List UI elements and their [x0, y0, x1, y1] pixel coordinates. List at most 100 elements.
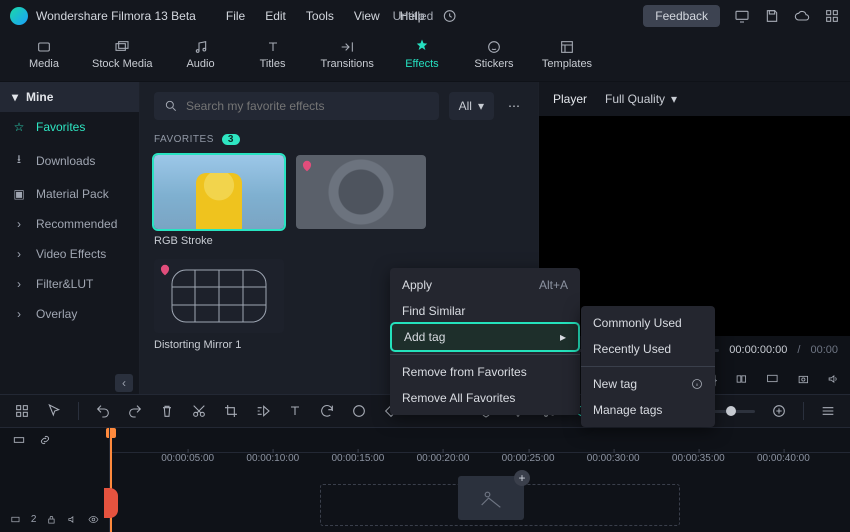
menu-tools[interactable]: Tools [306, 9, 334, 23]
effect-distorting-mirror[interactable]: Distorting Mirror 1 [154, 259, 284, 351]
screen-icon[interactable] [766, 371, 779, 387]
effect-countdown[interactable] [296, 155, 426, 247]
tab-effects[interactable]: Effects [398, 36, 446, 70]
time-current: 00:00:00:00 [729, 344, 787, 356]
pointer-icon[interactable] [46, 403, 62, 419]
tab-templates[interactable]: Templates [542, 36, 592, 70]
chevron-down-icon: ▾ [478, 99, 484, 113]
ctx-find-similar[interactable]: Find Similar [390, 298, 580, 324]
ctx-apply[interactable]: ApplyAlt+A [390, 272, 580, 298]
tag-new[interactable]: New tag [581, 371, 715, 397]
timeline-ruler[interactable]: 00:00:05:00 00:00:10:00 00:00:15:00 00:0… [110, 452, 850, 472]
text-tool-icon[interactable] [287, 403, 303, 419]
media-icon [36, 39, 52, 55]
app-logo [10, 7, 28, 25]
tab-stickers[interactable]: Stickers [470, 36, 518, 70]
monitor-icon[interactable] [734, 8, 750, 24]
snapshot-icon[interactable] [797, 371, 810, 387]
sidebar-item-recommended[interactable]: ›Recommended [0, 209, 139, 239]
compare-icon[interactable] [735, 371, 748, 387]
preview-viewport[interactable] [539, 116, 850, 336]
sidebar-item-material-pack[interactable]: ▣Material Pack [0, 179, 139, 209]
search-input[interactable] [186, 99, 429, 113]
search-box[interactable] [154, 92, 439, 120]
sidebar-item-favorites[interactable]: ☆Favorites [0, 112, 139, 142]
more-menu-button[interactable]: ⋯ [504, 99, 524, 113]
undo-icon[interactable] [95, 403, 111, 419]
effect-rgb-stroke[interactable]: RGB Stroke [154, 155, 284, 247]
volume-icon[interactable] [827, 371, 840, 387]
clip-stub[interactable] [104, 488, 118, 518]
tag-recently-used[interactable]: Recently Used [581, 336, 715, 362]
app-title: Wondershare Filmora 13 Beta [36, 9, 196, 23]
color-icon[interactable] [351, 403, 367, 419]
ctx-remove-favorite[interactable]: Remove from Favorites [390, 359, 580, 385]
context-menu: ApplyAlt+A Find Similar Add tag▸ Remove … [390, 268, 580, 415]
sidebar-header-mine[interactable]: ▾ Mine [0, 82, 139, 112]
selection-tool-icon[interactable] [14, 403, 30, 419]
download-icon: ⭳ [12, 150, 26, 171]
speed-icon[interactable] [255, 403, 271, 419]
quality-dropdown[interactable]: Full Quality▾ [605, 92, 677, 106]
tab-media[interactable]: Media [20, 36, 68, 70]
box-icon: ▣ [12, 187, 26, 201]
zoom-in-icon[interactable] [771, 403, 787, 419]
sidebar-item-video-effects[interactable]: ›Video Effects [0, 239, 139, 269]
tag-manage[interactable]: Manage tags [581, 397, 715, 423]
sync-icon [441, 8, 457, 24]
crop-icon[interactable] [223, 403, 239, 419]
sidebar-item-filter-lut[interactable]: ›Filter&LUT [0, 269, 139, 299]
menu-file[interactable]: File [226, 9, 245, 23]
chevron-right-icon: › [12, 307, 26, 321]
rotate-icon[interactable] [319, 403, 335, 419]
mirror-grid-icon [171, 269, 267, 323]
add-media-button[interactable]: + [514, 470, 530, 486]
redo-icon[interactable] [127, 403, 143, 419]
titles-icon [265, 39, 281, 55]
timeline-menu-icon[interactable] [820, 403, 836, 419]
sidebar-item-downloads[interactable]: ⭳Downloads [0, 142, 139, 179]
tag-commonly-used[interactable]: Commonly Used [581, 310, 715, 336]
tab-transitions[interactable]: Transitions [321, 36, 374, 70]
zoom-handle[interactable] [726, 406, 736, 416]
time-total: 00:00 [810, 344, 838, 356]
media-placeholder[interactable]: + [458, 476, 524, 520]
collapse-sidebar-button[interactable]: ‹ [115, 374, 133, 392]
favorites-heading: FAVORITES [154, 134, 214, 145]
chevron-down-icon: ▾ [671, 92, 677, 106]
menu-edit[interactable]: Edit [265, 9, 286, 23]
image-placeholder-icon [477, 484, 505, 512]
info-icon [691, 378, 703, 390]
video-track-icon[interactable] [10, 513, 21, 526]
filter-dropdown[interactable]: All▾ [449, 92, 494, 120]
feedback-button[interactable]: Feedback [643, 5, 720, 27]
grid-icon[interactable] [824, 8, 840, 24]
stock-icon [114, 39, 130, 55]
tab-stock-media[interactable]: Stock Media [92, 36, 153, 70]
effects-icon [413, 38, 431, 56]
track-count: 2 [31, 514, 37, 525]
mute-icon[interactable] [67, 513, 78, 526]
favorite-pin-icon [158, 263, 172, 277]
star-icon: ☆ [12, 120, 26, 134]
save-icon[interactable] [764, 8, 780, 24]
visibility-icon[interactable] [88, 513, 99, 526]
favorites-count: 3 [222, 134, 240, 145]
ctx-remove-all-favorites[interactable]: Remove All Favorites [390, 385, 580, 411]
tab-audio[interactable]: Audio [177, 36, 225, 70]
cloud-icon[interactable] [794, 8, 810, 24]
menu-view[interactable]: View [354, 9, 380, 23]
tab-titles[interactable]: Titles [249, 36, 297, 70]
document-title: Untitled [393, 9, 434, 23]
player-tab[interactable]: Player [553, 92, 587, 106]
cut-icon[interactable] [191, 403, 207, 419]
stickers-icon [486, 39, 502, 55]
lock-icon[interactable] [46, 513, 57, 526]
chevron-right-icon: ▸ [560, 330, 566, 344]
ctx-add-tag[interactable]: Add tag▸ [392, 324, 578, 350]
templates-icon [559, 39, 575, 55]
audio-icon [193, 39, 209, 55]
sidebar-item-overlay[interactable]: ›Overlay [0, 299, 139, 329]
delete-icon[interactable] [159, 403, 175, 419]
chevron-right-icon: › [12, 277, 26, 291]
